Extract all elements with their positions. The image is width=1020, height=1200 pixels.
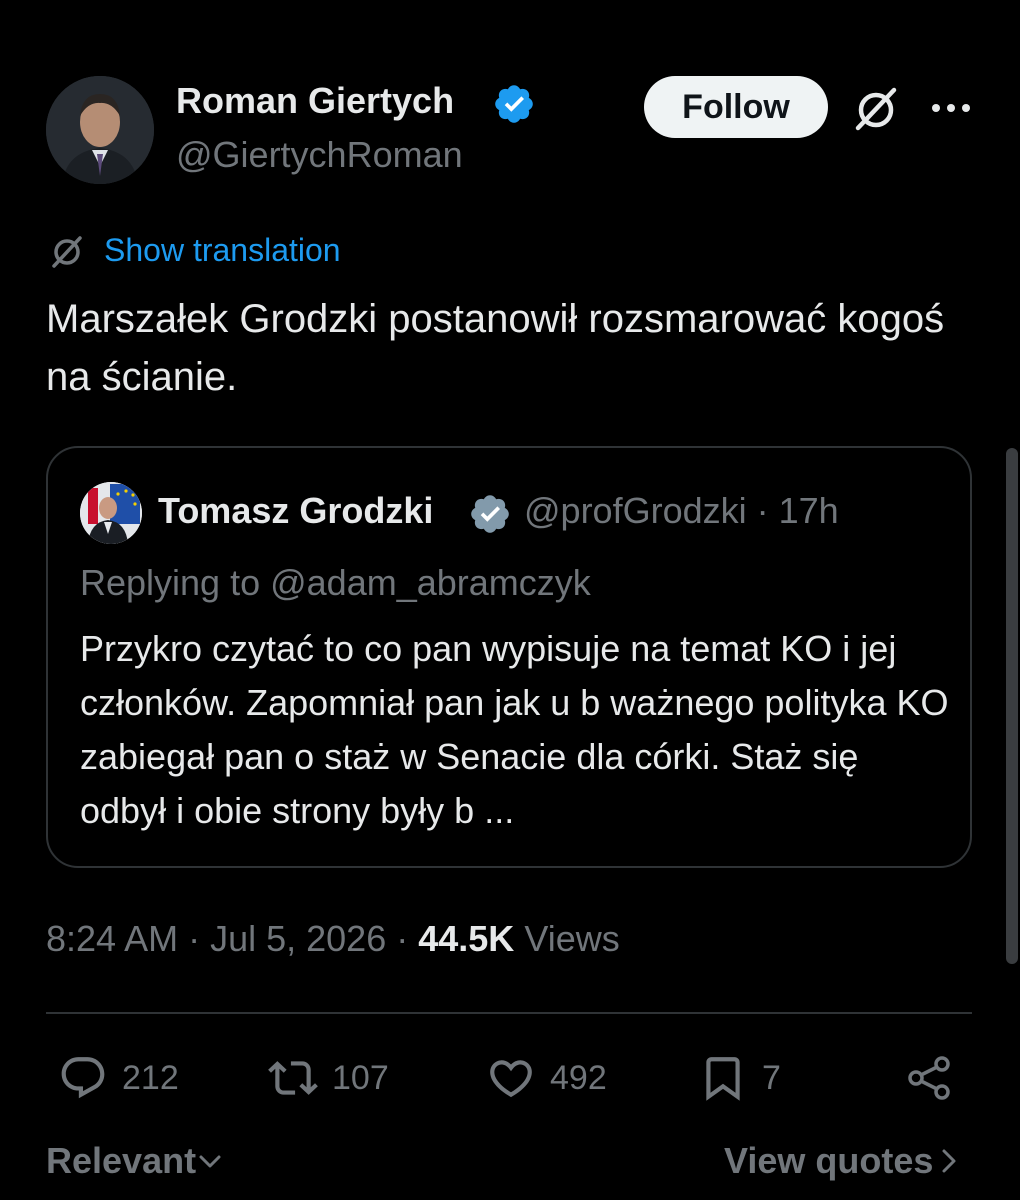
share-icon [908, 1056, 950, 1100]
bookmark-icon [706, 1057, 740, 1101]
quoted-replying-to: Replying to @adam_abramczyk [80, 562, 591, 603]
like-count: 492 [550, 1058, 607, 1097]
chevron-down-icon [199, 1155, 221, 1168]
author-handle[interactable]: @GiertychRoman [176, 134, 463, 176]
repost-count: 107 [332, 1058, 389, 1097]
meta-separator: · [386, 918, 419, 959]
verified-badge-icon [492, 82, 536, 126]
show-translation-link[interactable]: Show translation [104, 232, 341, 269]
author-avatar[interactable] [46, 76, 154, 184]
sort-label: Relevant [46, 1140, 197, 1181]
reply-count: 212 [122, 1058, 179, 1097]
follow-button[interactable]: Follow [644, 76, 828, 138]
avatar-portrait [46, 76, 154, 184]
bookmark-count: 7 [762, 1058, 781, 1097]
author-name[interactable]: Roman Giertych [176, 80, 454, 122]
tweet-date[interactable]: Jul 5, 2026 [210, 918, 386, 959]
chevron-right-icon [942, 1149, 956, 1173]
verified-badge-icon [468, 492, 512, 536]
like-button[interactable]: 492 [486, 1050, 607, 1106]
repost-icon [268, 1061, 318, 1095]
tweet-text: Marszałek Grodzki postanowił rozsmarować… [46, 297, 945, 399]
view-quotes-label: View quotes [724, 1140, 934, 1181]
quoted-author-name: Tomasz Grodzki [158, 490, 434, 531]
divider [46, 1012, 972, 1014]
quoted-author-avatar [80, 482, 142, 544]
scrollbar[interactable] [1006, 448, 1018, 964]
tweet-time[interactable]: 8:24 AM [46, 918, 178, 959]
views-label: Views [524, 918, 620, 959]
sort-replies-dropdown[interactable]: Relevant [46, 1140, 224, 1182]
quoted-avatar-portrait [80, 482, 142, 544]
meta-separator: · [178, 918, 211, 959]
repost-button[interactable]: 107 [268, 1050, 389, 1106]
grok-icon[interactable] [848, 80, 904, 136]
heart-icon [490, 1060, 532, 1098]
share-button[interactable] [904, 1050, 954, 1106]
tweet-meta: 8:24 AM · Jul 5, 2026 · 44.5K Views [46, 918, 620, 960]
views-count: 44.5K [418, 918, 515, 959]
reply-icon [61, 1057, 105, 1099]
reply-button[interactable]: 212 [58, 1050, 179, 1106]
quoted-tweet-text: Przykro czytać to co pan wypisuje na tem… [80, 628, 949, 831]
bookmark-button[interactable]: 7 [698, 1050, 781, 1106]
view-quotes-link[interactable]: View quotes [724, 1140, 963, 1182]
more-icon[interactable] [926, 86, 976, 130]
translate-icon [46, 230, 88, 272]
quoted-handle-time: @profGrodzki · 17h [524, 490, 839, 531]
